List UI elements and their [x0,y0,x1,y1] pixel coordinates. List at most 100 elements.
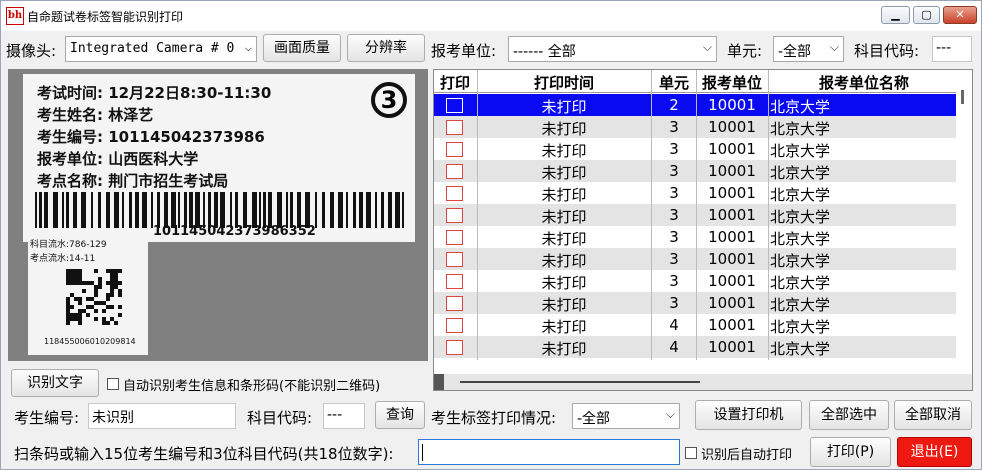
barcode-bar [98,192,101,228]
auto-print-checkbox[interactable] [685,447,697,459]
print-checkbox[interactable] [446,120,463,135]
unit-name-cell: 北京大学 [770,164,831,182]
barcode-bar [268,192,272,228]
barcode-bar [122,192,124,228]
camera-select[interactable]: Integrated Camera # 0 ⌵ [65,36,257,62]
table-row[interactable]: 未打印 3 10001 北京大学 [434,138,956,160]
column-header[interactable]: 报考单位名称 [769,72,959,93]
print-time-cell: 未打印 [541,208,587,226]
unit-name-cell: 北京大学 [770,120,831,138]
qr-number: 118455006010209814 [44,337,136,346]
section-label: 单元: [727,42,763,60]
printer-settings-button[interactable]: 设置打印机 [695,400,802,430]
scroll-thumb[interactable] [961,90,964,104]
table-row[interactable]: 未打印 3 10001 北京大学 [434,292,956,314]
print-checkbox[interactable] [446,274,463,289]
print-checkbox[interactable] [446,164,463,179]
exit-button[interactable]: 退出(E) [897,437,972,467]
print-checkbox[interactable] [446,230,463,245]
barcode-bar [338,192,343,228]
table-row[interactable]: 未打印 3 10001 北京大学 [434,248,956,270]
barcode-bar [388,192,392,228]
print-checkbox[interactable] [446,296,463,311]
unit-cell: 3 [669,140,679,158]
section-select[interactable]: -全部 ⌵ [773,36,844,62]
table-row[interactable]: 未打印 3 10001 北京大学 [434,204,956,226]
horizontal-scrollbar[interactable] [434,374,972,390]
unit-code-cell: 10001 [708,228,756,246]
print-checkbox[interactable] [446,318,463,333]
hscroll-left-arrow[interactable] [434,374,444,390]
table-row[interactable]: 未打印 3 10001 北京大学 [434,270,956,292]
barcode-number: 101145042373986352 [153,224,316,239]
barcode-bar [189,192,193,228]
hscroll-thumb[interactable] [460,381,700,383]
chevron-down-icon: ⌵ [244,40,252,54]
unit-select[interactable]: ------ 全部 ⌵ [508,36,717,62]
print-checkbox[interactable] [446,142,463,157]
print-checkbox[interactable] [446,208,463,223]
select-all-button[interactable]: 全部选中 [809,400,889,430]
unit-name-cell: 北京大学 [770,208,831,226]
column-header[interactable]: 单元 [652,72,696,93]
unit-name-cell: 北京大学 [770,340,831,358]
unit-cell: 4 [669,316,679,334]
preview-line: 考生编号: 101145042373986 [37,128,265,146]
print-status-select[interactable]: -全部 ⌵ [572,403,680,429]
auto-recognize-checkbox[interactable] [107,378,119,390]
print-checkbox[interactable] [446,252,463,267]
qr-module [118,281,122,285]
barcode-bar [203,192,205,228]
print-button[interactable]: 打印(P) [810,437,891,467]
query-subject-input[interactable]: --- [323,403,365,429]
table-row[interactable]: 未打印 4 10001 北京大学 [434,314,956,336]
qr-module [106,297,110,301]
close-button[interactable]: ✕ [943,6,977,24]
table-row[interactable]: 未打印 2 10001 北京大学 [434,94,956,116]
print-checkbox[interactable] [446,186,463,201]
quality-button[interactable]: 画面质量 [263,34,341,62]
table-row[interactable]: 未打印 3 10001 北京大学 [434,116,956,138]
chevron-down-icon: ⌵ [829,40,839,54]
print-checkbox[interactable] [446,340,463,355]
barcode-bar [402,192,404,228]
student-id-input[interactable]: 未识别 [88,403,236,429]
barcode-bar [73,192,77,228]
table-row[interactable]: 未打印 3 10001 北京大学 [434,182,956,204]
vertical-scrollbar[interactable] [956,70,972,375]
table-row[interactable]: 未打印 4 10001 北京大学 [434,336,956,358]
table-row[interactable]: 未打印 3 10001 北京大学 [434,226,956,248]
unit-name-cell: 北京大学 [770,230,831,248]
column-header[interactable]: 打印 [434,72,476,93]
unit-name-cell: 北京大学 [770,318,831,336]
resolution-button[interactable]: 分辨率 [347,34,425,62]
scan-input[interactable] [418,439,680,465]
qr-module [82,289,86,293]
preview-line: 报考单位: 山西医科大学 [37,150,199,168]
window-title: 自命题试卷标签智能识别打印 [27,10,184,24]
recognize-text-button[interactable]: 识别文字 [11,369,99,397]
query-button[interactable]: 查询 [375,401,425,429]
qr-module [114,321,118,325]
deselect-all-button[interactable]: 全部取消 [894,400,972,430]
barcode-bar [208,192,211,228]
qr-module [66,321,70,325]
barcode-bar [106,192,110,228]
qr-module [94,269,98,273]
minimize-button[interactable]: ▁ [881,6,910,24]
barcode-bar [375,192,377,228]
subject-code-input[interactable]: --- [932,36,972,62]
table-row[interactable]: 未打印 3 10001 北京大学 [434,160,956,182]
column-header[interactable]: 打印时间 [478,72,650,93]
record-table[interactable]: 打印 打印时间 单元 报考单位 报考单位名称 未打印 2 10001 北京大学 未打印 3… [433,69,973,391]
column-header[interactable]: 报考单位 [697,72,767,93]
restore-button[interactable]: ▢ [913,6,940,24]
column-divider [477,70,478,360]
print-checkbox[interactable] [446,98,463,113]
column-divider [768,70,769,360]
unit-name-cell: 北京大学 [770,186,831,204]
unit-cell: 2 [669,96,679,114]
unit-cell: 3 [669,228,679,246]
preview-line: 考生姓名: 林泽艺 [37,106,154,124]
unit-cell: 3 [669,162,679,180]
